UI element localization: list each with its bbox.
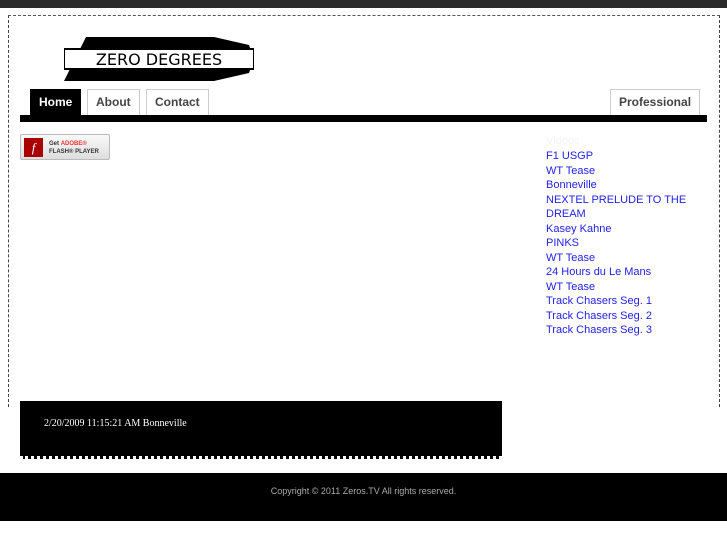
flash-adobe: ADOBE® xyxy=(60,141,87,147)
tab-contact[interactable]: Contact xyxy=(146,89,209,115)
get-flash-player-button[interactable]: f Get ADOBE® FLASH® PLAYER xyxy=(20,134,110,160)
zero-degrees-logo[interactable]: ZERO DEGREES xyxy=(64,37,254,81)
logo-text: ZERO DEGREES xyxy=(96,50,222,69)
tab-about[interactable]: About xyxy=(87,89,140,115)
video-link[interactable]: Track Chasers Seg. 2 xyxy=(546,309,696,324)
flash-icon: f xyxy=(24,138,43,157)
video-list: Videos F1 USGP WT Tease Bonneville NEXTE… xyxy=(546,134,696,338)
video-list-heading: Videos xyxy=(546,135,580,147)
copyright-text: Copyright © 2011 Zeros.TV All rights res… xyxy=(270,486,457,496)
tab-professional[interactable]: Professional xyxy=(610,89,701,115)
flash-player: FLASH® PLAYER xyxy=(49,149,99,155)
video-link[interactable]: Bonneville xyxy=(546,178,696,193)
video-link[interactable]: F1 USGP xyxy=(546,149,696,164)
video-link[interactable]: Kasey Kahne xyxy=(546,222,696,237)
video-link[interactable]: PINKS xyxy=(546,236,696,251)
nav-bar xyxy=(20,115,707,122)
video-link[interactable]: Track Chasers Seg. 3 xyxy=(546,323,696,338)
tab-home[interactable]: Home xyxy=(30,89,82,115)
video-link[interactable]: WT Tease xyxy=(546,251,696,266)
top-bar xyxy=(0,0,727,8)
video-link[interactable]: Track Chasers Seg. 1 xyxy=(546,294,696,309)
video-link[interactable]: 24 Hours du Le Mans xyxy=(546,265,696,280)
video-link[interactable]: WT Tease xyxy=(546,164,696,179)
video-link[interactable]: NEXTEL PRELUDE TO THE DREAM xyxy=(546,193,696,222)
footer: Copyright © 2011 Zeros.TV All rights res… xyxy=(0,473,727,521)
video-caption-box: 2/20/2009 11:15:21 AM Bonneville xyxy=(20,401,502,459)
flash-get: Get xyxy=(49,141,60,147)
video-caption: 2/20/2009 11:15:21 AM Bonneville xyxy=(44,418,187,429)
video-link[interactable]: WT Tease xyxy=(546,280,696,295)
